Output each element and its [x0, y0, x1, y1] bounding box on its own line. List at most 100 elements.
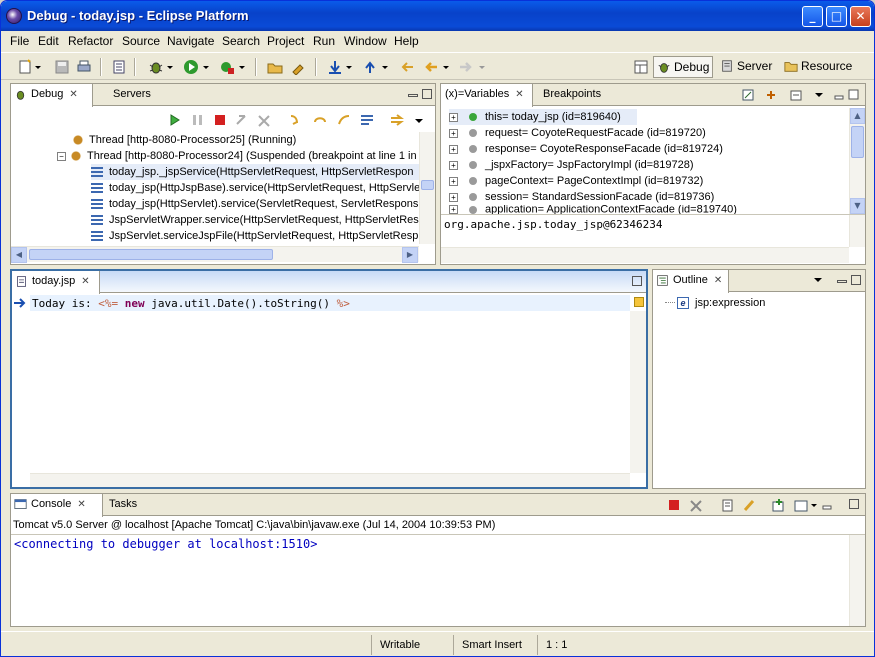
- title-bar[interactable]: Debug - today.jsp - Eclipse Platform _ □…: [1, 1, 874, 31]
- open-perspective-icon[interactable]: [633, 59, 649, 75]
- new-dropdown-icon[interactable]: [34, 59, 42, 75]
- menu-source[interactable]: Source: [122, 34, 160, 48]
- expand-icon[interactable]: +: [449, 128, 458, 138]
- scroll-up-icon[interactable]: ▲: [850, 108, 865, 124]
- open-folder-icon[interactable]: [267, 59, 283, 75]
- run-icon[interactable]: [183, 59, 199, 75]
- variable-row[interactable]: + session= StandardSessionFacade (id=8197…: [449, 189, 714, 205]
- editor-horizontal-scrollbar[interactable]: [30, 473, 630, 487]
- variables-vertical-scrollbar[interactable]: ▲ ▼: [849, 108, 865, 214]
- maximize-view-icon[interactable]: [851, 275, 861, 285]
- tree-row-thread-24[interactable]: − Thread [http-8080-Processor24] (Suspend…: [57, 148, 417, 164]
- menu-navigate[interactable]: Navigate: [167, 34, 214, 48]
- previous-annotation-icon[interactable]: [362, 59, 378, 75]
- variable-row[interactable]: + request= CoyoteRequestFacade (id=819720…: [449, 125, 706, 141]
- close-icon[interactable]: ✕: [81, 276, 89, 287]
- tab-tasks[interactable]: Tasks: [103, 494, 147, 516]
- external-tools-dropdown-icon[interactable]: [238, 59, 246, 75]
- maximize-button[interactable]: □: [826, 6, 847, 27]
- forward-dropdown-icon[interactable]: [478, 59, 486, 75]
- menu-project[interactable]: Project: [267, 34, 304, 48]
- back-dropdown-icon[interactable]: [442, 59, 450, 75]
- expand-icon[interactable]: +: [449, 176, 458, 186]
- scroll-right-icon[interactable]: ▶: [402, 247, 418, 263]
- variable-row[interactable]: + application= ApplicationContextFacade (…: [449, 205, 737, 214]
- tab-console[interactable]: Console ✕: [11, 494, 103, 517]
- scroll-left-icon[interactable]: ◀: [11, 247, 27, 263]
- tab-variables[interactable]: (x)=Variables ✕: [441, 84, 533, 107]
- debug-horizontal-scrollbar[interactable]: ◀ ▶: [11, 246, 419, 263]
- print-icon[interactable]: [76, 59, 92, 75]
- stack-frame-row[interactable]: today_jsp(HttpServlet).service(ServletRe…: [91, 196, 418, 212]
- console-output[interactable]: <connecting to debugger at localhost:151…: [14, 537, 317, 551]
- maximize-view-icon[interactable]: [849, 499, 859, 509]
- code-line-1[interactable]: Today is: <%= new java.util.Date().toStr…: [32, 297, 350, 310]
- editor-ruler[interactable]: [12, 293, 30, 473]
- previous-annotation-dropdown-icon[interactable]: [381, 59, 389, 75]
- collapse-icon[interactable]: −: [57, 151, 66, 161]
- close-icon[interactable]: ✕: [515, 89, 523, 100]
- expand-icon[interactable]: +: [449, 144, 458, 154]
- new-icon[interactable]: [17, 59, 33, 75]
- close-icon[interactable]: ✕: [77, 499, 85, 510]
- variable-row[interactable]: + pageContext= PageContextImpl (id=819732…: [449, 173, 703, 189]
- close-icon[interactable]: ✕: [69, 89, 77, 100]
- menu-run[interactable]: Run: [313, 34, 335, 48]
- tab-breakpoints[interactable]: Breakpoints: [537, 84, 607, 106]
- stack-frame-row[interactable]: today_jsp._jspService(HttpServletRequest…: [91, 164, 419, 180]
- menu-search[interactable]: Search: [222, 34, 260, 48]
- minimize-view-icon[interactable]: [408, 94, 418, 97]
- view-menu-icon[interactable]: [813, 275, 823, 285]
- debug-dropdown-icon[interactable]: [166, 59, 174, 75]
- tab-debug[interactable]: Debug ✕: [11, 84, 93, 107]
- expand-icon[interactable]: +: [449, 160, 458, 170]
- open-type-icon[interactable]: [111, 59, 127, 75]
- variable-detail-text[interactable]: org.apache.jsp.today_jsp@62346234: [444, 218, 663, 231]
- minimize-button[interactable]: _: [802, 6, 823, 27]
- variable-row[interactable]: + _jspxFactory= JspFactoryImpl (id=819728…: [449, 157, 693, 173]
- debug-bug-icon[interactable]: [148, 59, 164, 75]
- perspective-server[interactable]: Server: [717, 56, 777, 78]
- stack-frame-row[interactable]: JspServlet.serviceJspFile(HttpServletReq…: [91, 228, 418, 244]
- outline-item[interactable]: e jsp:expression: [677, 295, 765, 311]
- variables-toolbar[interactable]: [741, 87, 861, 103]
- maximize-view-icon[interactable]: [632, 276, 642, 286]
- detail-horizontal-scrollbar[interactable]: [441, 247, 849, 263]
- last-edit-location-icon[interactable]: [399, 59, 415, 75]
- next-annotation-dropdown-icon[interactable]: [345, 59, 353, 75]
- forward-arrow-icon[interactable]: [458, 59, 474, 75]
- expand-icon[interactable]: +: [449, 205, 458, 214]
- close-button[interactable]: ✕: [850, 6, 871, 27]
- overview-ruler-marker[interactable]: [634, 297, 644, 307]
- external-tools-icon[interactable]: [219, 59, 235, 75]
- console-vertical-scrollbar[interactable]: [849, 535, 865, 626]
- menu-refactor[interactable]: Refactor: [68, 34, 113, 48]
- perspective-debug[interactable]: Debug: [653, 56, 713, 78]
- debug-view-toolbar[interactable]: [169, 112, 429, 128]
- menu-edit[interactable]: Edit: [38, 34, 59, 48]
- scroll-down-icon[interactable]: ▼: [850, 198, 865, 214]
- menu-window[interactable]: Window: [344, 34, 387, 48]
- stack-frame-row[interactable]: today_jsp(HttpJspBase).service(HttpServl…: [91, 180, 420, 196]
- save-icon[interactable]: [54, 59, 70, 75]
- expand-icon[interactable]: +: [449, 192, 458, 202]
- menu-help[interactable]: Help: [394, 34, 419, 48]
- perspective-resource[interactable]: Resource: [781, 56, 861, 78]
- maximize-view-icon[interactable]: [422, 89, 432, 99]
- stack-frame-row[interactable]: JspServletWrapper.service(HttpServletReq…: [91, 212, 419, 228]
- tab-servers[interactable]: Servers: [93, 84, 153, 106]
- close-icon[interactable]: ✕: [714, 275, 722, 286]
- tab-outline[interactable]: Outline ✕: [653, 270, 729, 293]
- menu-file[interactable]: File: [10, 34, 29, 48]
- editor-vertical-scrollbar[interactable]: [630, 311, 646, 473]
- run-dropdown-icon[interactable]: [202, 59, 210, 75]
- tree-row-thread-25[interactable]: Thread [http-8080-Processor25] (Running): [71, 132, 296, 148]
- expand-icon[interactable]: +: [449, 112, 458, 122]
- variable-row[interactable]: + this= today_jsp (id=819640): [449, 109, 637, 125]
- back-arrow-icon[interactable]: [423, 59, 439, 75]
- search-flashlight-icon[interactable]: [290, 59, 306, 75]
- detail-vertical-scrollbar[interactable]: [849, 215, 865, 247]
- next-annotation-icon[interactable]: [327, 59, 343, 75]
- console-toolbar[interactable]: [667, 497, 837, 513]
- variable-row[interactable]: + response= CoyoteResponseFacade (id=8197…: [449, 141, 723, 157]
